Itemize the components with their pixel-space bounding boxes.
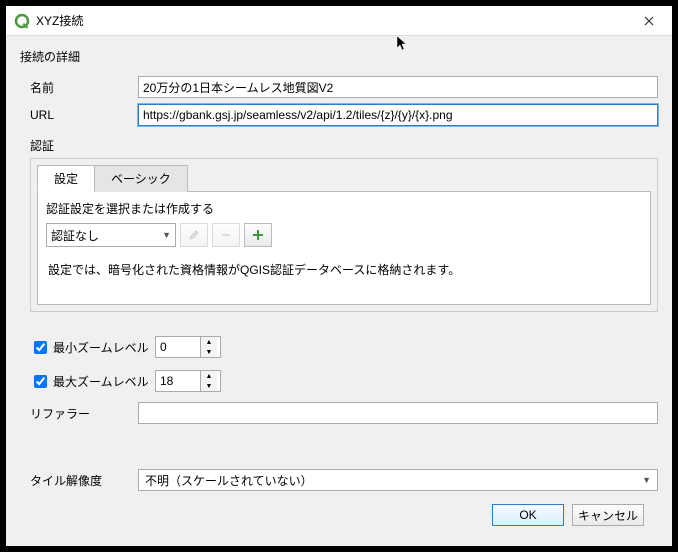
edit-auth-button[interactable] [180,223,208,247]
minus-icon [220,229,232,241]
tile-res-combo[interactable]: 不明（スケールされていない） ▼ [138,469,658,491]
name-label: 名前 [30,79,138,96]
cancel-button[interactable]: キャンセル [572,504,644,526]
ok-button[interactable]: OK [492,504,564,526]
tile-res-label: タイル解像度 [30,472,138,489]
max-zoom-checkbox[interactable] [34,375,47,388]
plus-icon [252,229,264,241]
auth-label: 認証 [20,137,658,154]
window-title: XYZ接続 [36,12,634,29]
max-zoom-input[interactable] [156,372,200,390]
close-icon [644,16,654,26]
chevron-down-icon: ▼ [162,230,171,240]
auth-box: 設定 ベーシック 認証設定を選択または作成する 認証なし ▼ [30,158,658,312]
tab-config[interactable]: 設定 [37,165,95,192]
url-label: URL [30,108,138,122]
min-zoom-input[interactable] [156,338,200,356]
pencil-icon [188,229,200,241]
app-logo-icon [14,13,30,29]
auth-combo-value: 認証なし [51,227,99,244]
auth-hint: 設定では、暗号化された資格情報がQGIS認証データベースに格納されます。 [48,261,640,278]
tile-res-value: 不明（スケールされていない） [145,472,313,489]
section-label: 接続の詳細 [20,48,658,65]
url-input[interactable] [138,104,658,126]
name-input[interactable] [138,76,658,98]
spin-down-icon[interactable]: ▼ [201,347,217,357]
auth-prompt: 認証設定を選択または作成する [46,200,642,217]
tab-basic[interactable]: ベーシック [94,165,188,192]
spin-up-icon[interactable]: ▲ [201,337,217,347]
min-zoom-spinbox[interactable]: ▲▼ [155,336,221,358]
spin-down-icon[interactable]: ▼ [201,381,217,391]
spin-up-icon[interactable]: ▲ [201,371,217,381]
max-zoom-spinbox[interactable]: ▲▼ [155,370,221,392]
min-zoom-label: 最小ズームレベル [53,339,155,356]
titlebar: XYZ接続 [6,6,672,36]
auth-combo[interactable]: 認証なし ▼ [46,223,176,247]
chevron-down-icon: ▼ [642,475,651,485]
min-zoom-checkbox[interactable] [34,341,47,354]
close-button[interactable] [634,7,664,35]
referer-label: リファラー [30,405,138,422]
max-zoom-label: 最大ズームレベル [53,373,155,390]
remove-auth-button[interactable] [212,223,240,247]
add-auth-button[interactable] [244,223,272,247]
referer-input[interactable] [138,402,658,424]
